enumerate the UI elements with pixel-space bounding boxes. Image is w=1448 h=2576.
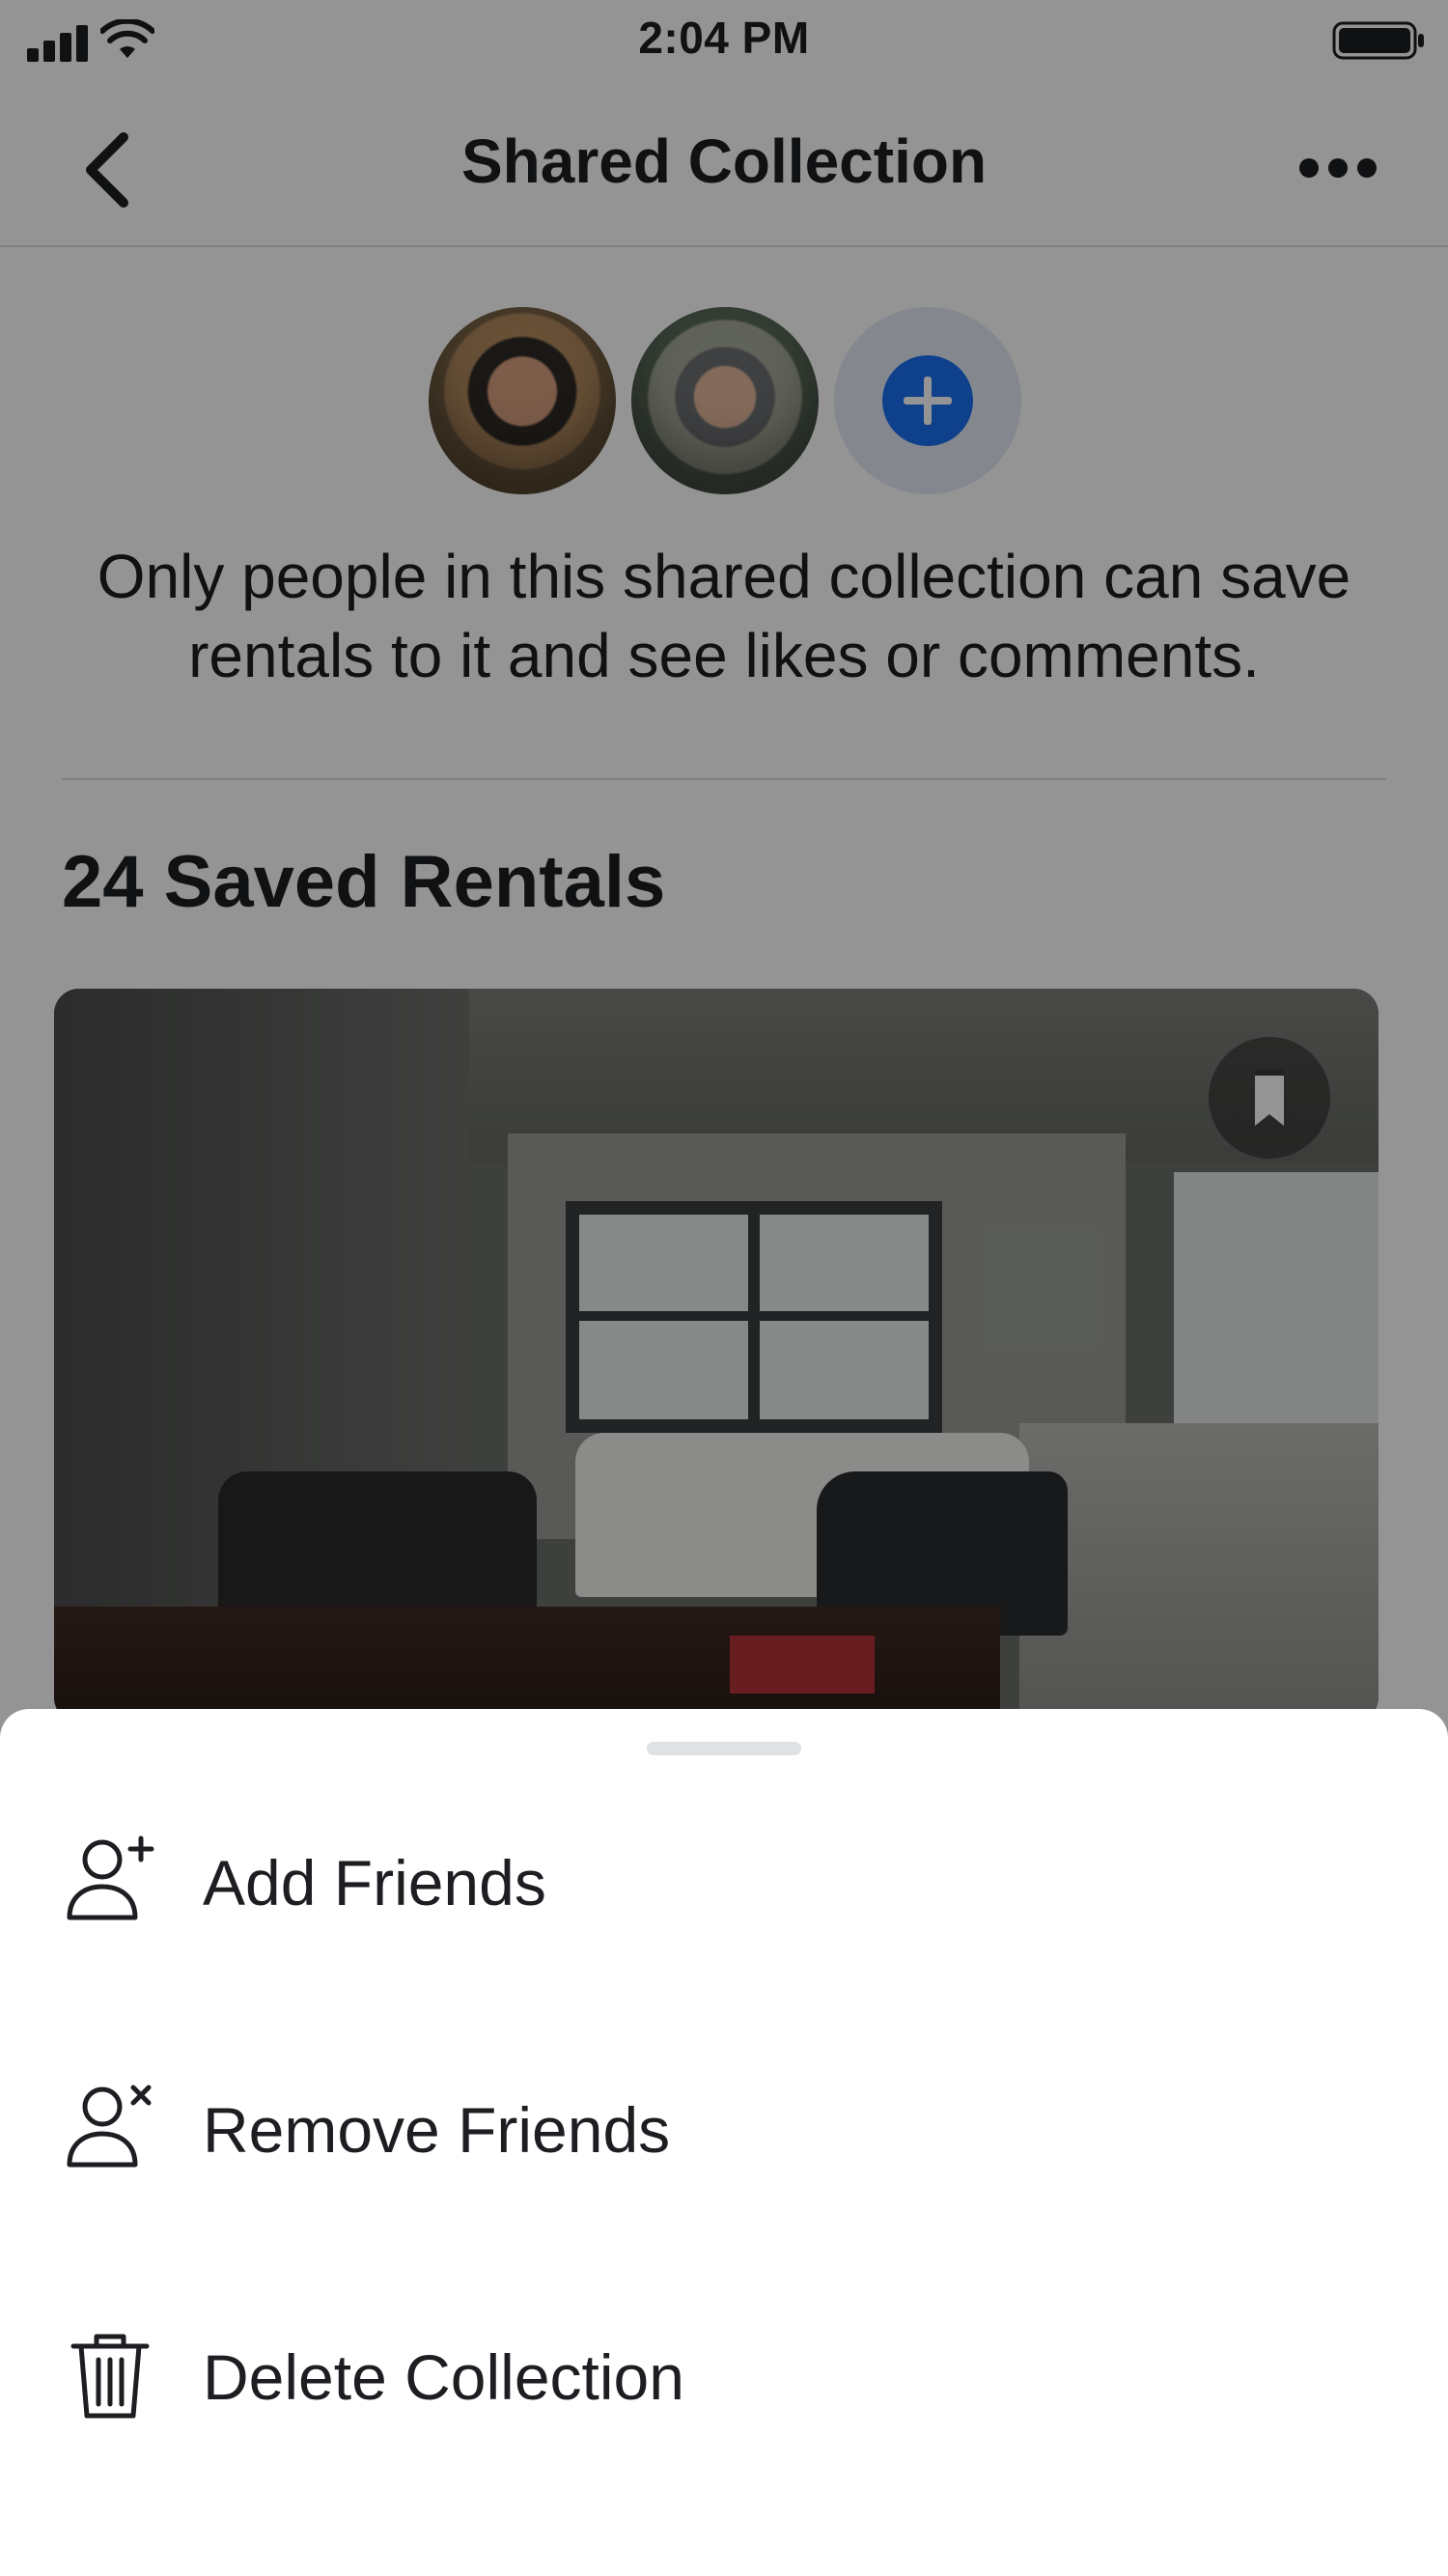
add-person-icon [67, 1835, 154, 1920]
delete-collection-item[interactable]: Delete Collection [0, 2286, 1448, 2460]
add-friends-item[interactable]: Add Friends [0, 1792, 1448, 1966]
trash-icon [70, 2334, 150, 2419]
remove-friends-item[interactable]: Remove Friends [0, 2039, 1448, 2213]
delete-collection-label: Delete Collection [203, 2341, 684, 2413]
remove-person-icon [67, 2085, 152, 2168]
remove-friends-label: Remove Friends [203, 2094, 671, 2166]
sheet-handle[interactable] [647, 1742, 801, 1755]
add-friends-label: Add Friends [203, 1847, 546, 1918]
screen: 2:04 PM Shared Collection Only people in… [0, 0, 1448, 2576]
